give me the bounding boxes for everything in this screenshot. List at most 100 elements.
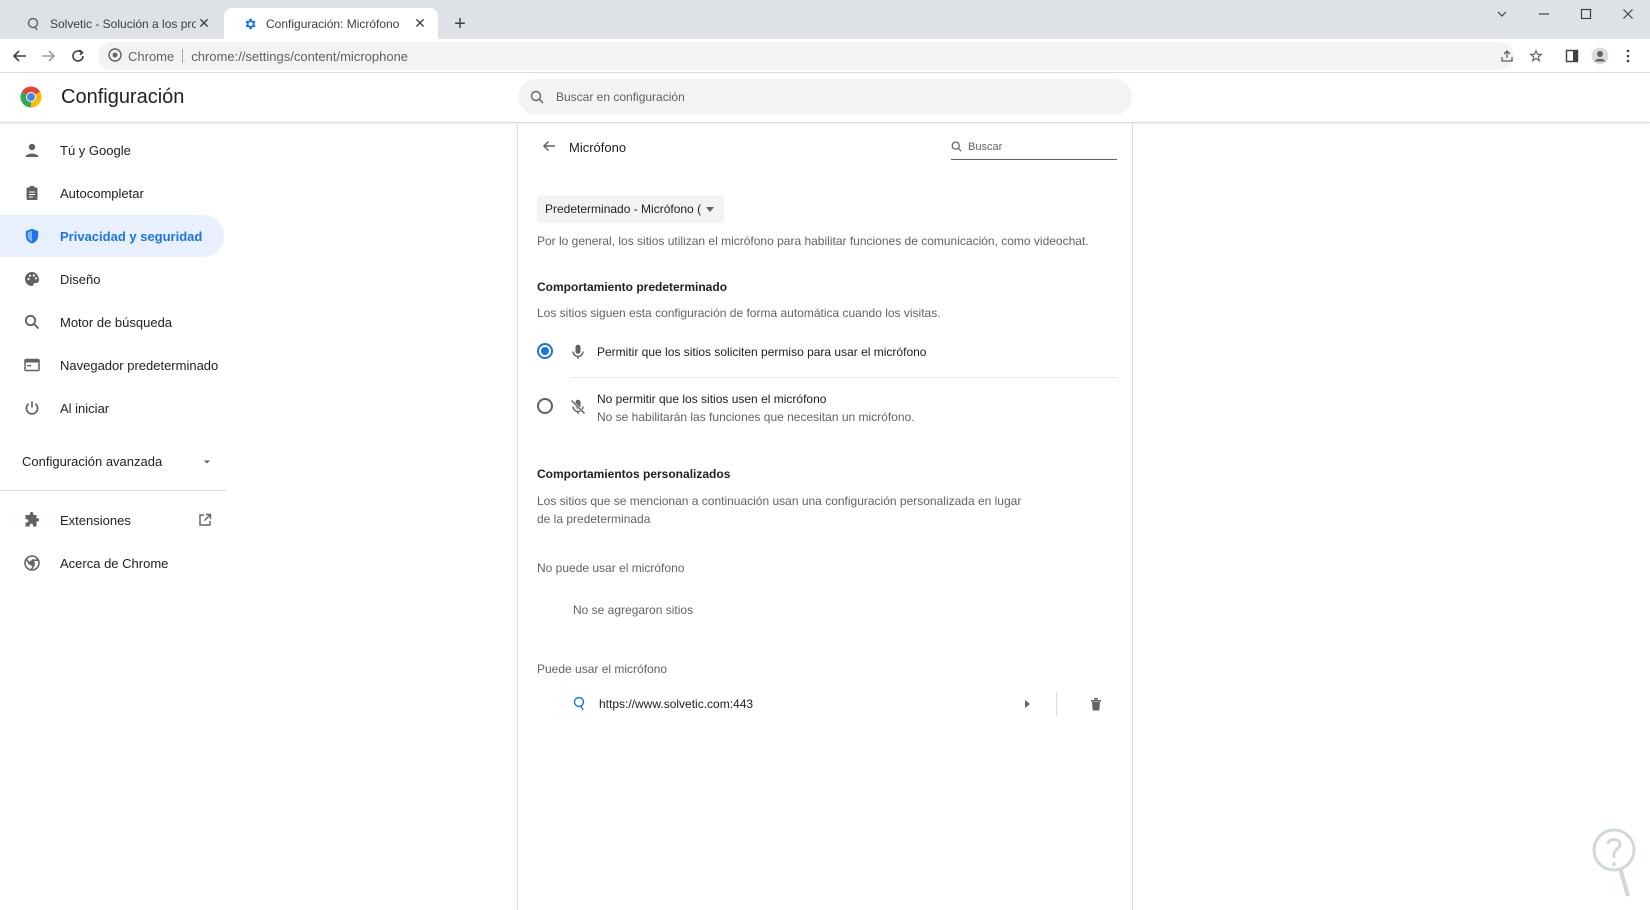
row-separator <box>1056 692 1057 716</box>
trash-icon[interactable] <box>1087 695 1105 713</box>
radio-allow-ask[interactable]: Permitir que los sitios soliciten permis… <box>537 343 1117 361</box>
settings-header: Configuración Buscar en configuración <box>0 74 1650 123</box>
gear-icon <box>242 16 258 32</box>
sidebar-item-about-chrome[interactable]: Acerca de Chrome <box>0 542 224 584</box>
shield-icon <box>23 227 41 245</box>
sidebar-item-search-engine[interactable]: Motor de búsqueda <box>0 301 224 343</box>
subpage-title: Micrófono <box>569 140 627 155</box>
puzzle-icon <box>23 511 41 529</box>
radio-label: Permitir que los sitios soliciten permis… <box>597 345 927 359</box>
sidebar-item-you-and-google[interactable]: Tú y Google <box>0 129 224 171</box>
close-window-icon[interactable] <box>1608 0 1648 28</box>
custom-behavior-title: Comportamientos personalizados <box>537 467 731 481</box>
forward-icon[interactable] <box>36 44 60 68</box>
settings-search-input[interactable]: Buscar en configuración <box>518 79 1132 115</box>
tab-settings-microphone[interactable]: Configuración: Micrófono ✕ <box>224 8 438 39</box>
mic-off-icon <box>569 398 587 416</box>
default-behavior-title: Comportamiento predeterminado <box>537 280 728 294</box>
browser-toolbar: Chrome chrome://settings/content/microph… <box>0 39 1650 73</box>
sidebar-item-default-browser[interactable]: Navegador predeterminado <box>0 344 224 386</box>
expand-arrow-icon[interactable] <box>1025 700 1030 708</box>
tab-title: Configuración: Micrófono <box>266 16 400 31</box>
radio-block[interactable]: No permitir que los sitios usen el micró… <box>537 390 1117 426</box>
radio-button-checked[interactable] <box>537 343 553 359</box>
sidebar-item-label: Privacidad y seguridad <box>60 228 203 244</box>
advanced-settings-toggle[interactable]: Configuración avanzada <box>22 454 212 469</box>
star-icon[interactable] <box>1524 44 1548 68</box>
radio-label: No permitir que los sitios usen el micró… <box>597 392 827 406</box>
microphone-intro: Por lo general, los sitios utilizan el m… <box>537 234 1089 248</box>
sidebar-item-label: Autocompletar <box>60 185 144 201</box>
sidebar-item-appearance[interactable]: Diseño <box>0 258 224 300</box>
blocked-list-title: No puede usar el micrófono <box>537 561 685 575</box>
sidebar-divider <box>0 490 226 491</box>
allowed-site-row[interactable]: https://www.solvetic.com:443 <box>571 686 1117 722</box>
device-select-value: Predeterminado - Micrófono ( <box>545 202 702 216</box>
blocked-list-empty: No se agregaron sitios <box>573 603 694 617</box>
power-icon <box>23 399 41 417</box>
palette-icon <box>23 270 41 288</box>
chrome-logo-icon <box>20 86 42 108</box>
sidebar-item-on-startup[interactable]: Al iniciar <box>0 387 224 429</box>
back-icon[interactable] <box>8 44 32 68</box>
search-icon <box>951 141 962 152</box>
caret-down-icon <box>202 454 212 469</box>
advanced-label: Configuración avanzada <box>22 454 163 469</box>
url-text: chrome://settings/content/microphone <box>191 48 409 64</box>
caret-down-icon <box>706 206 715 212</box>
solvetic-icon <box>26 16 42 32</box>
tab-title: Solvetic - Solución a los problem <box>50 16 196 31</box>
person-icon <box>23 141 41 159</box>
default-behavior-description: Los sitios siguen esta configuración de … <box>537 306 941 320</box>
chrome-site-icon <box>108 47 122 65</box>
back-arrow-icon[interactable] <box>537 134 561 158</box>
reload-icon[interactable] <box>66 44 90 68</box>
search-placeholder: Buscar <box>968 140 1003 153</box>
sidebar-item-label: Navegador predeterminado <box>60 357 219 373</box>
search-placeholder: Buscar en configuración <box>556 90 685 104</box>
allowed-list-title: Puede usar el micrófono <box>537 662 668 676</box>
option-divider <box>571 377 1117 378</box>
tab-solvetic[interactable]: Solvetic - Solución a los problem ✕ <box>8 8 222 39</box>
share-icon[interactable] <box>1495 44 1519 68</box>
browser-icon <box>23 356 41 374</box>
address-bar[interactable]: Chrome chrome://settings/content/microph… <box>98 42 1514 70</box>
new-tab-button[interactable]: + <box>448 12 472 36</box>
site-label: Chrome <box>128 48 175 64</box>
sidebar-item-label: Diseño <box>60 271 101 287</box>
chrome-icon <box>23 554 41 572</box>
sidebar-item-label: Motor de búsqueda <box>60 314 173 330</box>
search-icon <box>530 90 544 104</box>
sidebar-item-label: Extensiones <box>60 512 131 528</box>
maximize-icon[interactable] <box>1566 0 1606 28</box>
microphone-settings-card: Micrófono Buscar Predeterminado - Micróf… <box>517 124 1133 910</box>
more-menu-icon[interactable] <box>1616 44 1640 68</box>
solvetic-watermark-logo <box>1590 826 1638 902</box>
search-icon <box>23 313 41 331</box>
sidebar-item-autofill[interactable]: Autocompletar <box>0 172 224 214</box>
site-url: https://www.solvetic.com:443 <box>599 697 754 711</box>
radio-button-unchecked[interactable] <box>537 398 553 414</box>
page-title: Configuración <box>61 86 185 108</box>
radio-sublabel: No se habilitarán las funciones que nece… <box>597 410 915 424</box>
open-in-new-icon <box>198 513 212 527</box>
sidebar-item-privacy-security[interactable]: Privacidad y seguridad <box>0 215 224 257</box>
sidebar-item-label: Tú y Google <box>60 142 131 158</box>
minimize-icon[interactable] <box>1524 0 1564 28</box>
close-tab-icon[interactable]: ✕ <box>412 15 428 32</box>
sidebar-item-label: Al iniciar <box>60 400 110 416</box>
side-panel-icon[interactable] <box>1560 44 1584 68</box>
clipboard-icon <box>23 184 41 202</box>
settings-sidebar: Tú y Google Autocompletar Privacidad y s… <box>0 124 226 910</box>
custom-behavior-description: Los sitios que se mencionan a continuaci… <box>537 494 1022 526</box>
close-tab-icon[interactable]: ✕ <box>196 15 212 32</box>
tab-strip: Solvetic - Solución a los problem ✕ Conf… <box>0 0 1650 39</box>
mic-icon <box>569 343 587 361</box>
profile-avatar[interactable] <box>1588 44 1612 68</box>
sidebar-item-label: Acerca de Chrome <box>60 555 169 571</box>
solvetic-favicon <box>571 695 589 713</box>
sidebar-item-extensions[interactable]: Extensiones <box>0 499 224 541</box>
chevron-down-icon[interactable] <box>1482 0 1522 28</box>
microphone-device-select[interactable]: Predeterminado - Micrófono ( <box>537 195 725 223</box>
subpage-search-input[interactable]: Buscar <box>951 134 1117 160</box>
